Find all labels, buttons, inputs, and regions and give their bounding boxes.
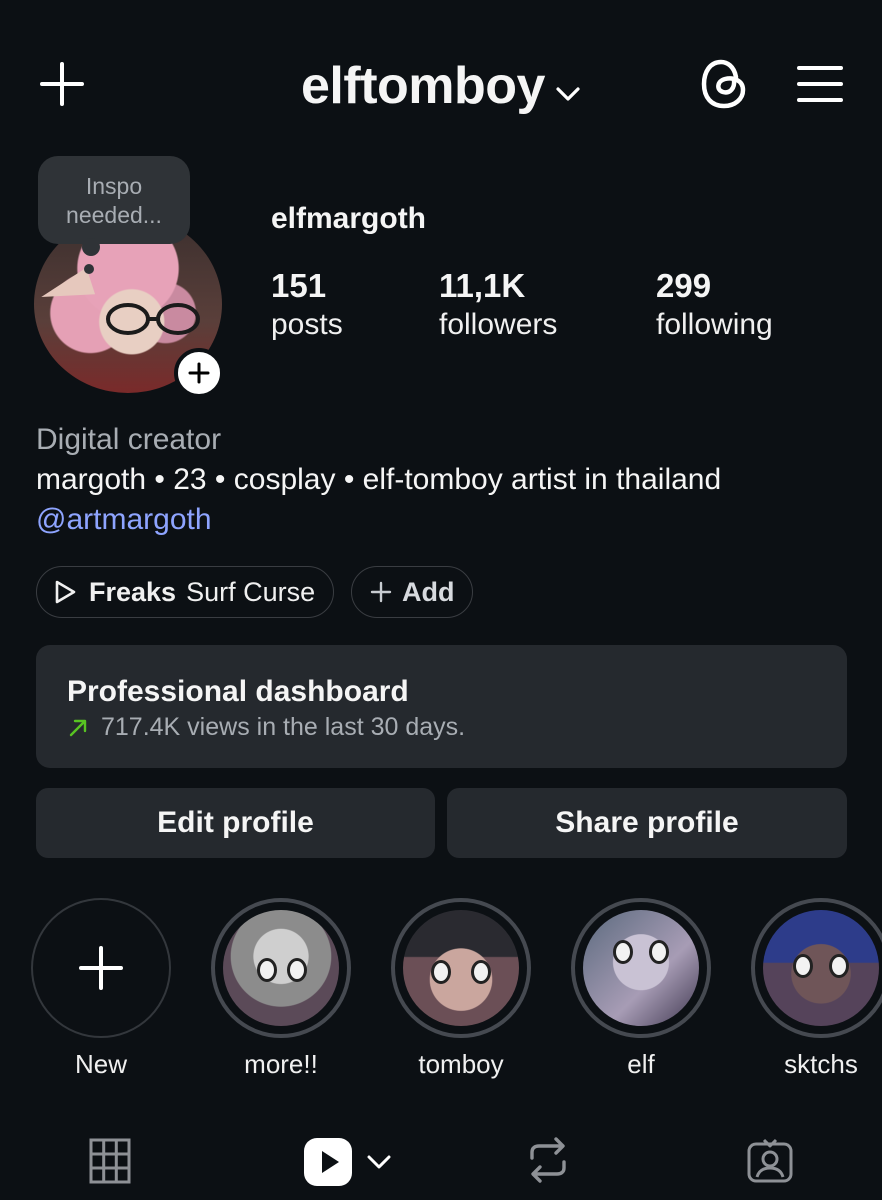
add-story-button[interactable] [174, 348, 224, 398]
following-stat[interactable]: 299 following [656, 266, 773, 344]
avatar-glasses-shape [106, 303, 200, 335]
drawing-eye-shape [829, 954, 849, 978]
add-chip-label: Add [402, 576, 455, 607]
reels-icon [304, 1138, 352, 1186]
drawing-eye-shape [257, 958, 277, 982]
dashboard-subtitle: 717.4K views in the last 30 days. [101, 713, 466, 741]
music-artist: Surf Curse [186, 576, 316, 607]
highlight-cover-image [583, 910, 699, 1026]
highlight-label: more!! [244, 1049, 318, 1079]
highlight-more[interactable]: more!! [211, 898, 351, 1080]
following-count: 299 [656, 267, 712, 304]
profile-page: elftomboy Inspo needed... elfmargoth 151… [0, 0, 882, 1200]
drawing-eye-shape [649, 940, 669, 964]
note-text: Inspo needed... [66, 173, 162, 228]
posts-count: 151 [271, 267, 327, 304]
highlight-ring [31, 898, 171, 1038]
note-tail [82, 238, 100, 256]
highlight-sktchs[interactable]: sktchs [751, 898, 882, 1080]
category-label: Digital creator [36, 423, 222, 456]
tagged-icon[interactable] [744, 1134, 796, 1186]
plus-icon [188, 362, 210, 384]
drawing-eye-shape [431, 960, 451, 984]
followers-count: 11,1K [439, 267, 526, 304]
chevron-down-icon [555, 56, 581, 116]
grid-icon[interactable] [86, 1136, 134, 1186]
reels-tab[interactable] [302, 1134, 394, 1190]
music-chip[interactable]: Freaks Surf Curse [36, 566, 334, 618]
header-username: elftomboy [301, 57, 545, 115]
bio: Digital creator margoth • 23 • cosplay •… [36, 420, 856, 540]
top-bar: elftomboy [0, 48, 882, 124]
highlight-ring [571, 898, 711, 1038]
following-label: following [656, 308, 773, 341]
note-bubble[interactable]: Inspo needed... [38, 156, 190, 274]
drawing-eye-shape [613, 940, 633, 964]
menu-icon[interactable] [794, 58, 846, 110]
followers-label: followers [439, 308, 558, 341]
drawing-eye-shape [793, 954, 813, 978]
highlight-cover-image [763, 910, 879, 1026]
drawing-eye-shape [471, 960, 491, 984]
trend-up-arrow-icon [69, 719, 87, 736]
note-tail-small [84, 264, 94, 274]
plus-icon [370, 581, 392, 603]
highlight-label: sktchs [784, 1049, 858, 1079]
share-profile-button[interactable]: Share profile [447, 788, 847, 858]
posts-stat[interactable]: 151 posts [271, 266, 343, 344]
plus-icon [79, 946, 123, 990]
highlight-ring [211, 898, 351, 1038]
highlight-elf[interactable]: elf [571, 898, 711, 1080]
followers-stat[interactable]: 11,1K followers [439, 266, 557, 344]
highlight-label: tomboy [418, 1049, 504, 1079]
highlight-tomboy[interactable]: tomboy [391, 898, 531, 1080]
music-song: Freaks [89, 576, 177, 607]
play-icon [55, 580, 76, 604]
highlight-ring [391, 898, 531, 1038]
professional-dashboard-card[interactable]: Professional dashboard 717.4K views in t… [36, 645, 847, 768]
reposts-icon[interactable] [524, 1134, 572, 1186]
add-chip-button[interactable]: Add [351, 566, 473, 618]
dashboard-subtitle-row: 717.4K views in the last 30 days. [67, 713, 847, 742]
edit-profile-button[interactable]: Edit profile [36, 788, 435, 858]
chevron-down-icon [367, 1155, 391, 1169]
highlight-label: elf [627, 1049, 655, 1079]
avatar-ear-shape [36, 267, 96, 311]
bio-text: margoth • 23 • cosplay • elf-tomboy arti… [36, 463, 722, 496]
drawing-eye-shape [287, 958, 307, 982]
highlight-ring [751, 898, 882, 1038]
highlight-label: New [74, 1049, 127, 1079]
highlight-cover-image [403, 910, 519, 1026]
highlight-new[interactable]: New [31, 898, 171, 1080]
threads-icon[interactable] [696, 54, 752, 114]
posts-label: posts [271, 308, 343, 341]
display-name: elfmargoth [271, 202, 427, 235]
content-tabs [0, 1132, 882, 1192]
highlight-cover-image [223, 910, 339, 1026]
dashboard-title: Professional dashboard [67, 675, 409, 708]
bio-link[interactable]: @artmargoth [36, 500, 856, 540]
